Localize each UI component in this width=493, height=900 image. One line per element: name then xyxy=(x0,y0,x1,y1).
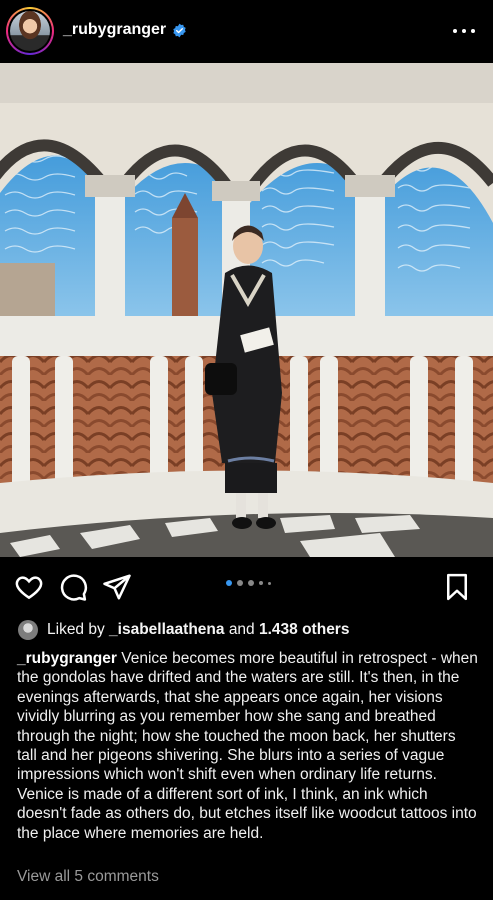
story-ring[interactable] xyxy=(6,7,54,55)
post-image[interactable] xyxy=(0,63,493,557)
post-actions-bar xyxy=(0,566,493,606)
post-photo-illustration xyxy=(0,63,493,557)
verified-badge-icon xyxy=(173,23,186,37)
liked-count[interactable]: 1.438 others xyxy=(259,621,349,639)
likes-summary[interactable]: Liked by _isabellaathena and 1.438 other… xyxy=(18,619,349,641)
carousel-dot xyxy=(248,580,254,586)
post-caption: _rubygranger Venice becomes more beautif… xyxy=(17,649,479,843)
carousel-dot xyxy=(237,580,243,586)
carousel-dot xyxy=(259,581,263,585)
liked-and: and xyxy=(228,621,255,638)
carousel-indicator xyxy=(226,580,271,586)
username-row[interactable]: _rubygranger xyxy=(63,21,187,39)
more-icon[interactable] xyxy=(453,22,475,40)
bookmark-icon[interactable] xyxy=(442,572,472,602)
caption-username[interactable]: _rubygranger xyxy=(17,650,117,667)
carousel-dot xyxy=(268,581,271,585)
view-all-comments-link[interactable]: View all 5 comments xyxy=(17,868,159,886)
post-header: _rubygranger xyxy=(0,0,493,62)
liker-avatar xyxy=(18,620,38,640)
liked-prefix: Liked by xyxy=(47,621,105,638)
caption-text: Venice becomes more beautiful in retrosp… xyxy=(17,650,478,842)
username[interactable]: _rubygranger xyxy=(63,21,166,39)
avatar xyxy=(10,11,50,51)
liked-user[interactable]: _isabellaathena xyxy=(109,621,224,639)
send-icon[interactable] xyxy=(102,572,132,602)
heart-icon[interactable] xyxy=(14,572,44,602)
carousel-dot-active xyxy=(226,580,232,586)
comment-icon[interactable] xyxy=(58,572,88,602)
